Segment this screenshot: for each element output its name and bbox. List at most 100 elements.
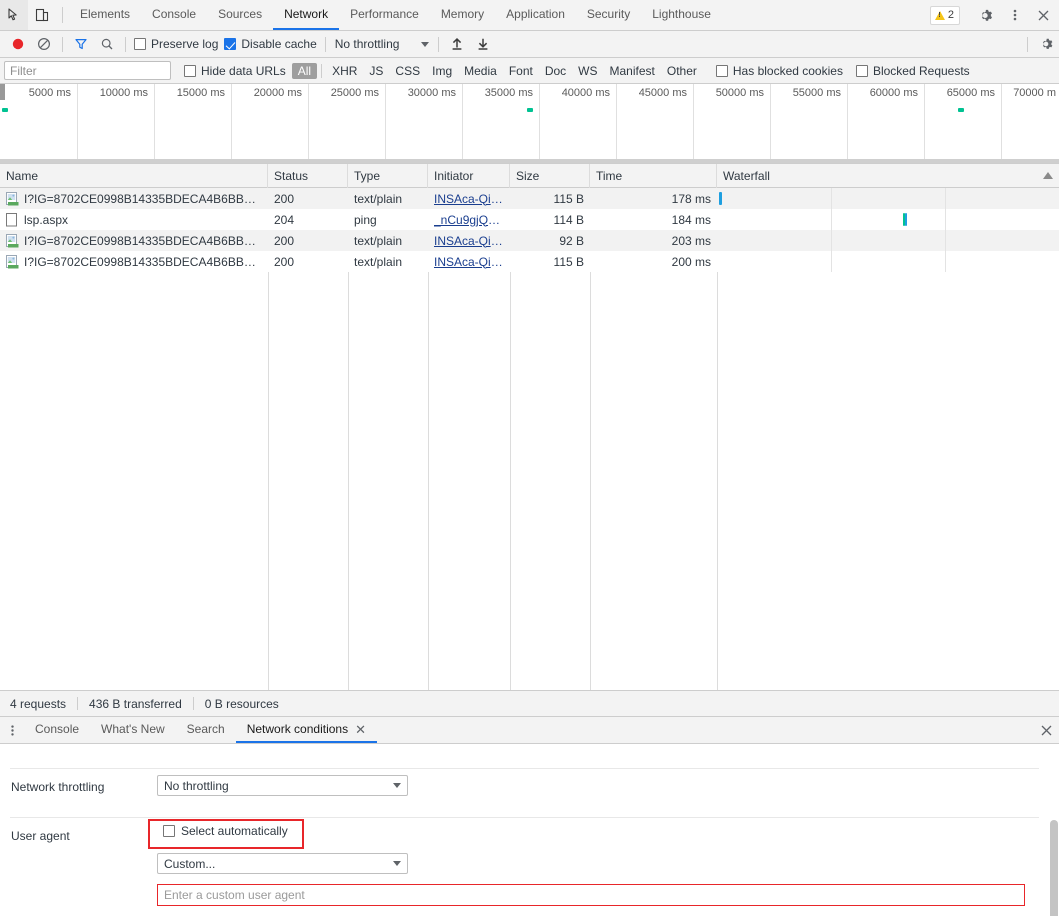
funnel-filter-icon[interactable] bbox=[68, 31, 94, 57]
network-throttling-select[interactable]: No throttling bbox=[157, 775, 408, 796]
device-toolbar-icon[interactable] bbox=[28, 0, 56, 30]
inspect-cursor-icon[interactable] bbox=[0, 0, 28, 30]
overview-gridline bbox=[77, 84, 78, 163]
tab-sources[interactable]: Sources bbox=[207, 0, 273, 30]
has-blocked-cookies-label: Has blocked cookies bbox=[732, 63, 843, 78]
column-header-waterfall[interactable]: Waterfall bbox=[717, 164, 1059, 188]
initiator-link[interactable]: INSAca-Qix... bbox=[434, 234, 504, 248]
request-count-label: 4 requests bbox=[10, 696, 67, 711]
drawer-tab-whats-new[interactable]: What's New bbox=[90, 717, 176, 743]
request-name: I?IG=8702CE0998B14335BDECA4B6BBD77... bbox=[24, 254, 262, 269]
filter-pill-xhr[interactable]: XHR bbox=[326, 63, 363, 79]
overview-gridline bbox=[231, 84, 232, 163]
network-conditions-panel: Network throttling No throttling User ag… bbox=[0, 744, 1059, 916]
cell-type: text/plain bbox=[354, 254, 403, 269]
initiator-link[interactable]: INSAca-Qix... bbox=[434, 192, 504, 206]
scrollbar-thumb[interactable] bbox=[1050, 820, 1058, 916]
column-header-time[interactable]: Time bbox=[590, 164, 717, 188]
tab-elements[interactable]: Elements bbox=[69, 0, 141, 30]
overview-tick-label: 55000 ms bbox=[792, 87, 841, 99]
cell-waterfall bbox=[717, 230, 1059, 251]
initiator-link[interactable]: INSAca-Qix... bbox=[434, 255, 504, 269]
close-icon[interactable]: ✕ bbox=[355, 723, 366, 736]
custom-user-agent-input[interactable] bbox=[157, 884, 1025, 906]
filter-pill-other[interactable]: Other bbox=[661, 63, 703, 79]
requests-table-body: I?IG=8702CE0998B14335BDECA4B6BBD77... 20… bbox=[0, 188, 1059, 690]
disable-cache-checkbox[interactable]: Disable cache bbox=[221, 37, 319, 51]
network-toolbar: Preserve log Disable cache No throttling bbox=[0, 31, 1059, 58]
tab-label: Memory bbox=[440, 7, 485, 21]
column-header-type[interactable]: Type bbox=[348, 164, 428, 188]
column-header-initiator[interactable]: Initiator bbox=[428, 164, 510, 188]
drawer-tab-label: Search bbox=[186, 722, 225, 736]
user-agent-preset-select[interactable]: Custom... bbox=[157, 853, 408, 874]
table-row[interactable]: I?IG=8702CE0998B14335BDECA4B6BBD77... 20… bbox=[0, 251, 1059, 272]
checkbox-box bbox=[855, 64, 868, 77]
warning-count-badge[interactable]: 2 bbox=[929, 5, 960, 25]
column-label: Size bbox=[516, 168, 540, 183]
document-file-icon bbox=[6, 212, 19, 227]
select-automatically-checkbox[interactable]: Select automatically bbox=[163, 824, 288, 838]
drawer-tab-network-conditions[interactable]: Network conditions ✕ bbox=[235, 717, 377, 743]
network-throttling-label: Network throttling bbox=[11, 780, 105, 794]
kebab-menu-icon[interactable] bbox=[1001, 8, 1029, 22]
overview-tick-label: 15000 ms bbox=[176, 87, 225, 99]
tab-network[interactable]: Network bbox=[273, 0, 340, 30]
checkbox-box bbox=[715, 64, 728, 77]
filter-input[interactable] bbox=[4, 61, 171, 80]
kebab-menu-icon[interactable] bbox=[0, 717, 24, 743]
overview-window-grabber[interactable] bbox=[0, 84, 5, 100]
table-row[interactable]: I?IG=8702CE0998B14335BDECA4B6BBD77... 20… bbox=[0, 230, 1059, 251]
drawer-tab-label: Console bbox=[35, 722, 80, 736]
download-arrow-icon[interactable] bbox=[470, 31, 496, 57]
waterfall-bar bbox=[905, 213, 907, 226]
record-circle-icon[interactable] bbox=[5, 31, 31, 57]
cell-size: 115 B bbox=[553, 254, 584, 269]
filter-pill-media[interactable]: Media bbox=[458, 63, 503, 79]
blocked-requests-checkbox[interactable]: Blocked Requests bbox=[855, 64, 970, 78]
filter-pill-manifest[interactable]: Manifest bbox=[604, 63, 661, 79]
toolbar-divider bbox=[125, 36, 126, 52]
gear-icon[interactable] bbox=[973, 8, 1001, 23]
network-overview-timeline[interactable]: 5000 ms 10000 ms 15000 ms 20000 ms 25000… bbox=[0, 84, 1059, 164]
tab-memory[interactable]: Memory bbox=[430, 0, 495, 30]
clear-prohibited-icon[interactable] bbox=[31, 31, 57, 57]
main-tab-bar: Elements Console Sources Network Perform… bbox=[0, 0, 1059, 31]
tab-console[interactable]: Console bbox=[141, 0, 207, 30]
overview-gridline bbox=[693, 84, 694, 163]
column-label: Initiator bbox=[434, 168, 474, 183]
initiator-link[interactable]: _nCu9gjQuB... bbox=[434, 213, 504, 227]
checkbox-box bbox=[184, 64, 196, 77]
gear-icon[interactable] bbox=[1033, 31, 1059, 57]
hide-data-urls-checkbox[interactable]: Hide data URLs bbox=[184, 64, 286, 78]
drawer-close-icon[interactable] bbox=[1040, 717, 1053, 743]
column-header-name[interactable]: Name bbox=[0, 164, 268, 188]
column-header-status[interactable]: Status bbox=[268, 164, 348, 188]
filter-pill-css[interactable]: CSS bbox=[389, 63, 426, 79]
tab-lighthouse[interactable]: Lighthouse bbox=[641, 0, 722, 30]
overview-gridline bbox=[308, 84, 309, 163]
filter-pill-ws[interactable]: WS bbox=[572, 63, 603, 79]
close-icon[interactable] bbox=[1029, 9, 1057, 22]
throttling-dropdown[interactable]: No throttling bbox=[331, 37, 434, 51]
tab-application[interactable]: Application bbox=[495, 0, 576, 30]
table-row[interactable]: I?IG=8702CE0998B14335BDECA4B6BBD77... 20… bbox=[0, 188, 1059, 209]
network-toolbar-right bbox=[1022, 31, 1059, 57]
has-blocked-cookies-checkbox[interactable]: Has blocked cookies bbox=[715, 63, 843, 78]
filter-pill-all[interactable]: All bbox=[291, 62, 318, 79]
panel-scrollbar[interactable] bbox=[1048, 744, 1059, 916]
column-header-size[interactable]: Size bbox=[510, 164, 590, 188]
drawer-tab-search[interactable]: Search bbox=[176, 717, 236, 743]
preserve-log-checkbox[interactable]: Preserve log bbox=[131, 37, 221, 51]
cell-name: I?IG=8702CE0998B14335BDECA4B6BBD77... bbox=[0, 188, 268, 209]
filter-pill-font[interactable]: Font bbox=[503, 63, 539, 79]
search-magnifier-icon[interactable] bbox=[94, 31, 120, 57]
filter-pill-img[interactable]: Img bbox=[426, 63, 458, 79]
table-row[interactable]: lsp.aspx 204 ping _nCu9gjQuB... 114 B 18… bbox=[0, 209, 1059, 230]
tab-performance[interactable]: Performance bbox=[339, 0, 430, 30]
drawer-tab-console[interactable]: Console bbox=[24, 717, 90, 743]
filter-pill-doc[interactable]: Doc bbox=[539, 63, 572, 79]
tab-security[interactable]: Security bbox=[576, 0, 641, 30]
filter-pill-js[interactable]: JS bbox=[363, 63, 389, 79]
upload-arrow-icon[interactable] bbox=[444, 31, 470, 57]
